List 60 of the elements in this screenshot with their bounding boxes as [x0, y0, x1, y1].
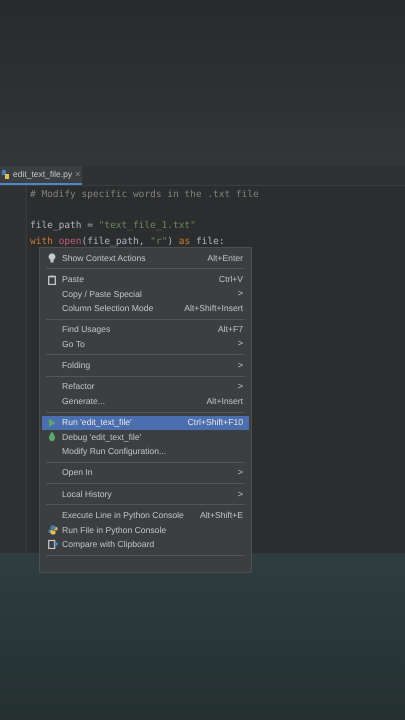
- menu-item[interactable]: Refactor >: [42, 380, 249, 394]
- tab-label: edit_text_file.py: [13, 168, 72, 181]
- bug-icon: [48, 432, 56, 442]
- menu-item[interactable]: Folding >: [42, 358, 249, 373]
- shortcut-label: Alt+F7: [218, 323, 243, 336]
- shortcut-label: Ctrl+Shift+F10: [188, 416, 243, 430]
- menu-item-label: Debug 'edit_text_file': [62, 430, 142, 444]
- menu-item[interactable]: Copy / Paste Special >: [42, 286, 249, 302]
- menu-item[interactable]: Column Selection Mode Alt+Shift+Insert: [42, 301, 249, 316]
- menu-item-label: Execute Line in Python Console: [62, 509, 185, 522]
- code-line: with open(file_path, "r") as file:: [30, 234, 226, 248]
- code-line: # Modify specific words in the .txt file: [30, 188, 260, 202]
- menu-item[interactable]: Execute Line in Python Console Alt+Shift+E: [42, 508, 249, 523]
- menu-item-label: Local History: [62, 488, 113, 501]
- menu-item-label: Show Context Actions: [62, 252, 147, 265]
- shortcut-label: Alt+Insert: [206, 394, 243, 408]
- submenu-arrow: >: [238, 287, 243, 300]
- menu-item[interactable]: Run 'edit_text_file' Ctrl+Shift+F10: [42, 416, 249, 430]
- menu-item[interactable]: Paste Ctrl+V: [42, 272, 249, 287]
- submenu-arrow: >: [238, 358, 243, 372]
- python-file-icon: [2, 170, 10, 179]
- shortcut-label: Alt+Shift+Insert: [184, 302, 243, 315]
- shortcut-label: Alt+Shift+E: [200, 509, 243, 522]
- menu-item-label: Folding: [62, 359, 92, 372]
- menu-item[interactable]: Generate... Alt+Insert: [42, 394, 249, 409]
- submenu-arrow: >: [238, 337, 243, 350]
- code-line: file_path = "text_file_1.txt": [30, 219, 197, 233]
- submenu-arrow: >: [238, 466, 243, 480]
- menu-item-label: Modify Run Configuration...: [62, 445, 168, 458]
- menu-item[interactable]: Compare with Clipboard: [42, 537, 249, 552]
- python-icon: [48, 525, 58, 536]
- menu-item[interactable]: Go To >: [42, 336, 249, 352]
- menu-item[interactable]: Local History >: [42, 487, 249, 502]
- menu-item-label: Compare with Clipboard: [62, 538, 156, 551]
- bulb-icon: [48, 253, 56, 264]
- menu-item-label: Generate...: [62, 394, 106, 408]
- submenu-arrow: >: [238, 380, 243, 394]
- menu-item[interactable]: Open In >: [42, 466, 249, 480]
- menu-item-label: Refactor: [62, 380, 96, 394]
- menu-item-label: Column Selection Mode: [62, 302, 154, 315]
- compare-icon: [48, 539, 58, 550]
- menu-item[interactable]: Run File in Python Console: [42, 522, 249, 538]
- menu-item-label: Paste: [62, 273, 85, 286]
- menu-item-label: Copy / Paste Special: [62, 288, 143, 300]
- submenu-arrow: >: [238, 488, 243, 501]
- menu-item-label: Go To: [62, 338, 86, 351]
- shortcut-label: Ctrl+V: [218, 273, 243, 286]
- menu-item-label: Find Usages: [62, 323, 112, 336]
- menu-item[interactable]: Modify Run Configuration...: [42, 444, 249, 459]
- close-icon[interactable]: ×: [75, 170, 80, 179]
- menu-item[interactable]: Show Context Actions Alt+Enter: [42, 251, 249, 266]
- clipboard-icon: [48, 274, 56, 285]
- shortcut-label: Alt+Enter: [207, 252, 243, 265]
- editor-tab[interactable]: edit_text_file.py ×: [0, 166, 82, 185]
- play-icon: [48, 418, 56, 428]
- menu-item[interactable]: Debug 'edit_text_file': [42, 430, 249, 444]
- menu-item[interactable]: Find Usages Alt+F7: [42, 322, 249, 337]
- menu-item-label: Run File in Python Console: [62, 524, 168, 536]
- menu-item-label: Run 'edit_text_file': [62, 416, 133, 430]
- menu-item-label: Open In: [62, 466, 94, 480]
